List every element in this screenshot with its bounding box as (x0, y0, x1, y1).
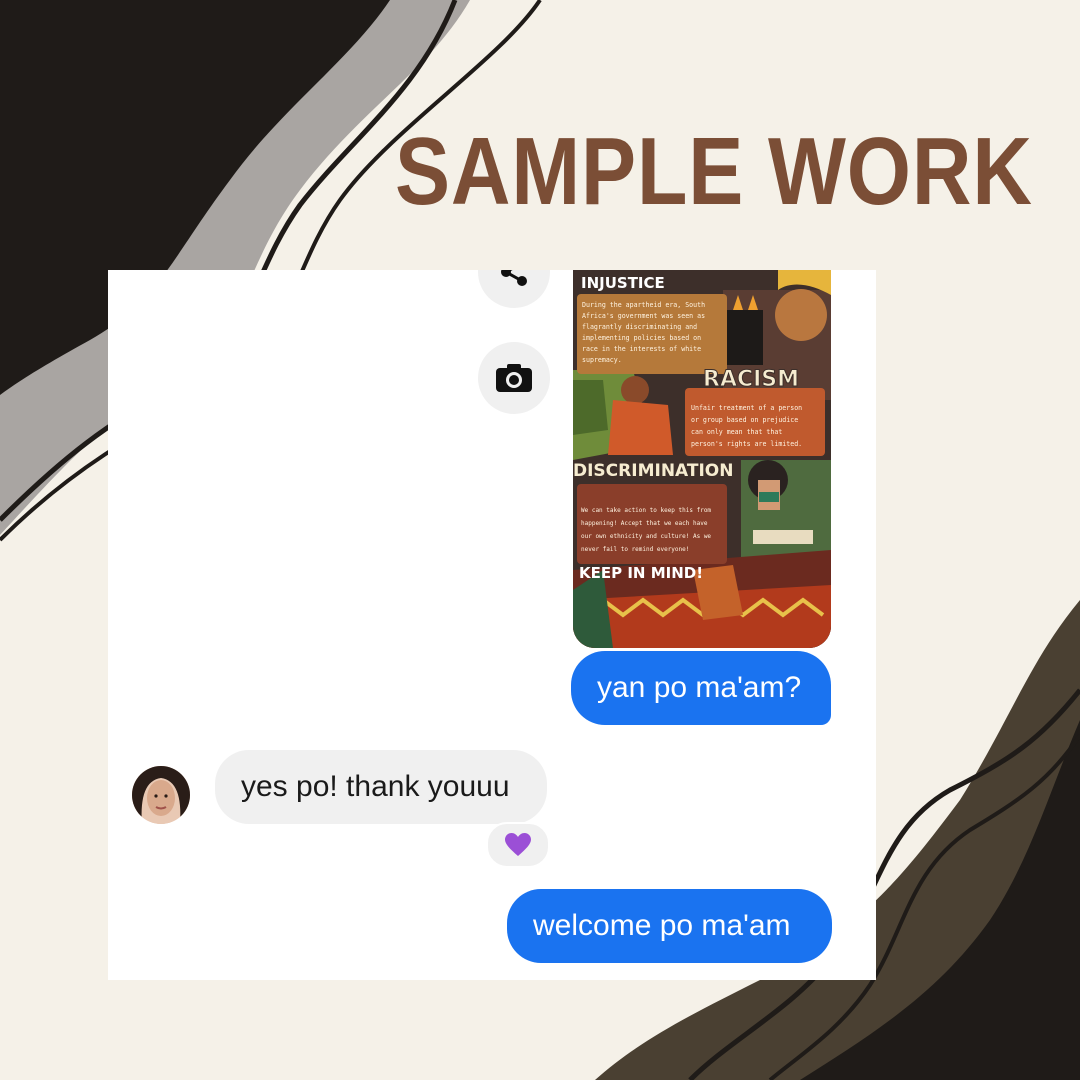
poster-text-line: or group based on prejudice (691, 416, 798, 424)
share-icon (501, 270, 527, 286)
chat-screenshot: INJUSTICE RACISM DISCRIMINATION KEEP IN … (108, 270, 876, 980)
camera-button[interactable] (478, 342, 550, 414)
poster-heading-keep-in-mind: KEEP IN MIND! (579, 564, 703, 582)
poster-text-line: happening! Accept that we each have (581, 520, 708, 527)
message-incoming[interactable]: yes po! thank youuu (215, 750, 547, 824)
poster-text-line: can only mean that that (691, 428, 782, 436)
poster-text-line: supremacy. (582, 356, 622, 364)
purple-heart-icon (505, 833, 531, 856)
camera-icon (496, 364, 532, 392)
message-outgoing[interactable]: yan po ma'am? (571, 651, 831, 725)
poster-text-line: never fail to remind everyone! (581, 546, 689, 553)
poster-text-line: implementing policies based on (582, 334, 701, 342)
page-title: SAMPLE WORK (395, 118, 1033, 225)
poster-text-line: flagrantly discriminating and (582, 323, 697, 331)
shared-poster-image[interactable]: INJUSTICE RACISM DISCRIMINATION KEEP IN … (573, 270, 831, 648)
message-outgoing[interactable]: welcome po ma'am (507, 889, 832, 963)
poster-heading-discrimination: DISCRIMINATION (573, 461, 733, 481)
avatar[interactable] (132, 766, 190, 824)
poster-heading-racism: RACISM (703, 367, 799, 392)
share-button[interactable] (478, 270, 550, 308)
poster-heading-injustice: INJUSTICE (581, 274, 665, 292)
poster-text-line: race in the interests of white (582, 345, 701, 353)
poster-text-line: person's rights are limited. (691, 440, 802, 448)
poster-text-line: We can take action to keep this from (581, 507, 711, 514)
poster-text-line: our own ethnicity and culture! As we (581, 533, 711, 540)
poster-text-line: During the apartheid era, South (582, 301, 705, 309)
poster-text-line: Unfair treatment of a person (691, 404, 802, 412)
message-reaction[interactable] (486, 822, 550, 868)
poster-text-line: Africa's government was seen as (582, 312, 705, 320)
